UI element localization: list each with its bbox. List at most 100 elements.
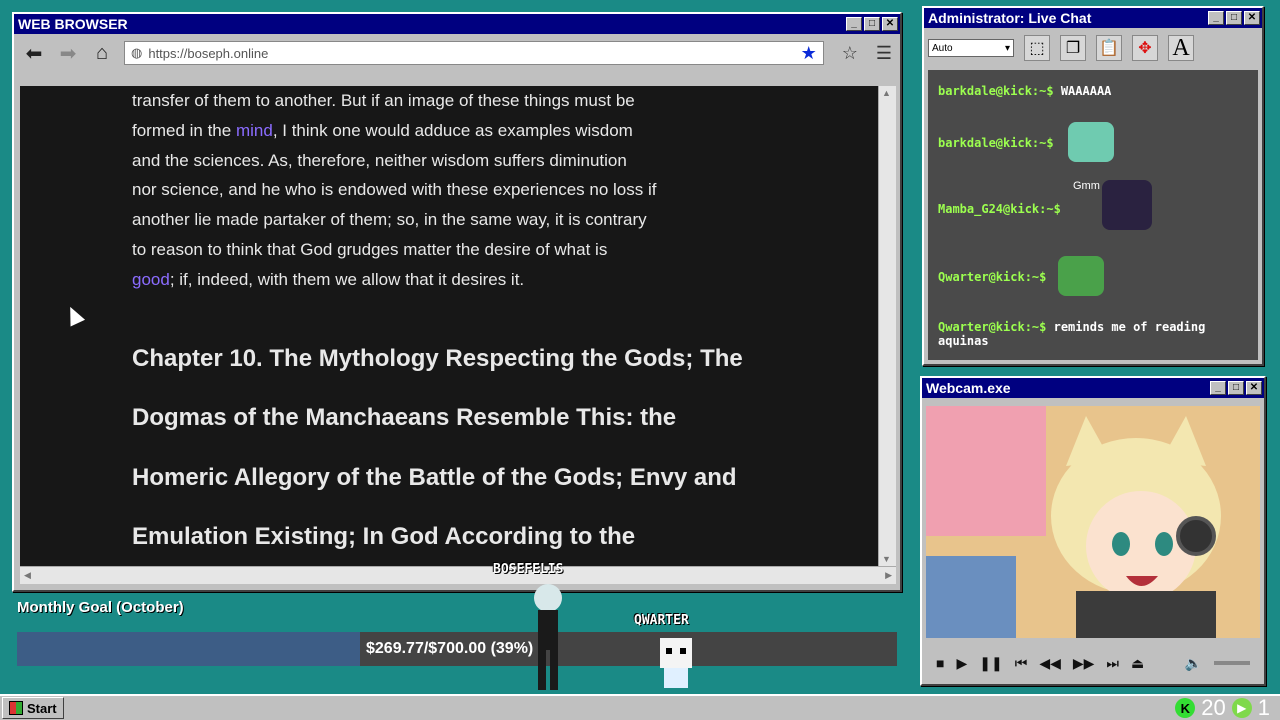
webcam-title: Webcam.exe — [926, 380, 1011, 396]
goal-label: Monthly Goal (October) — [17, 599, 184, 616]
text-line: , I think one would adduce as examples w… — [272, 120, 633, 140]
bookmarked-star-icon[interactable]: ★ — [801, 43, 817, 64]
maximize-button[interactable]: □ — [864, 17, 880, 31]
browser-title: WEB BROWSER — [18, 16, 128, 32]
globe-icon: ◍ — [131, 45, 143, 60]
chat-titlebar[interactable]: Administrator: Live Chat _ □ ✕ — [924, 8, 1262, 28]
home-icon[interactable]: ⌂ — [90, 42, 114, 65]
stop-icon[interactable]: ■ — [936, 655, 944, 671]
chat-message: Qwarter@kick:~$ reminds me of reading aq… — [938, 320, 1238, 348]
back-icon[interactable]: ⬅ — [22, 41, 46, 66]
hamburger-menu-icon[interactable]: ☰ — [876, 43, 892, 64]
scroll-down-icon[interactable]: ▼ — [882, 554, 891, 564]
start-button[interactable]: Start — [2, 697, 64, 719]
chat-username: Mamba_G24@kick:~$ — [938, 202, 1061, 216]
fast-forward-icon[interactable]: ▶▶ — [1073, 655, 1095, 672]
live-chat-window: Administrator: Live Chat _ □ ✕ Auto ▾ ⬚ ❐… — [922, 6, 1264, 366]
chat-messages[interactable]: barkdale@kick:~$ WAAAAAA barkdale@kick:~… — [928, 70, 1258, 360]
bulbasaur-emote-icon — [1068, 122, 1114, 162]
font-size-select[interactable]: Auto ▾ — [928, 39, 1014, 57]
system-tray: K 20 ▶ 1 — [1175, 695, 1278, 720]
scroll-left-icon[interactable]: ◀ — [24, 570, 31, 581]
paste-icon[interactable]: 📋 — [1096, 35, 1122, 61]
font-icon[interactable]: A — [1168, 35, 1194, 61]
qwarter-character-sprite — [660, 638, 692, 688]
volume-icon[interactable]: 🔈 — [1185, 655, 1202, 672]
copy-icon[interactable]: ❐ — [1060, 35, 1086, 61]
page-content: transfer of them to another. But if an i… — [132, 86, 772, 566]
chat-title: Administrator: Live Chat — [928, 10, 1092, 26]
chat-toolbar: Auto ▾ ⬚ ❐ 📋 ✥ A — [924, 28, 1262, 68]
emote-caption: Gmm — [1073, 180, 1100, 192]
address-bar[interactable]: ◍ https://boseph.online ★ — [124, 41, 824, 65]
chat-message: barkdale@kick:~$ WAAAAAA — [938, 84, 1111, 98]
start-label: Start — [27, 700, 57, 716]
webcam-titlebar[interactable]: Webcam.exe _ □ ✕ — [922, 378, 1264, 398]
chat-username: Qwarter@kick:~$ — [938, 320, 1047, 334]
minimize-button[interactable]: _ — [1210, 381, 1226, 395]
play-icon[interactable]: ▶ — [956, 655, 967, 672]
chat-text: aquinas — [938, 334, 989, 348]
kick-icon: K — [1175, 698, 1196, 718]
play-circle-icon: ▶ — [1231, 698, 1252, 718]
chevron-down-icon: ▾ — [1004, 42, 1010, 54]
chat-message: barkdale@kick:~$ — [938, 136, 1054, 150]
text-line: transfer of them to another. But if an i… — [132, 91, 635, 110]
chat-message: Qwarter@kick:~$ — [938, 270, 1046, 284]
chat-message: Mamba_G24@kick:~$ — [938, 202, 1061, 216]
chat-text: reminds me of reading — [1053, 320, 1206, 334]
skip-back-icon[interactable]: ⏮ — [1015, 655, 1028, 672]
text-line: another lie made partaker of them; so, i… — [132, 210, 647, 230]
text-line: nor science, and he who is endowed with … — [132, 180, 657, 200]
minimize-button[interactable]: _ — [846, 17, 862, 31]
chat-username: barkdale@kick:~$ — [938, 136, 1054, 150]
volume-slider[interactable] — [1214, 661, 1250, 665]
browser-navbar: ⬅ ➡ ⌂ ◍ https://boseph.online ★ ☆ ☰ — [14, 34, 900, 72]
close-button[interactable]: ✕ — [882, 17, 898, 31]
page-viewport[interactable]: transfer of them to another. But if an i… — [20, 86, 878, 566]
goal-amount: $269.77/$700.00 (39%) — [366, 640, 534, 657]
player-name-bosefelis: BOSEFELIS — [493, 562, 564, 577]
scroll-right-icon[interactable]: ▶ — [885, 570, 892, 581]
windows-logo-icon — [9, 701, 23, 715]
text-line: and the sciences. As, therefore, neither… — [132, 150, 627, 170]
select-region-icon[interactable]: ⬚ — [1024, 35, 1050, 61]
skip-forward-icon[interactable]: ⏭ — [1106, 655, 1119, 672]
browser-titlebar[interactable]: WEB BROWSER _ □ ✕ — [14, 14, 900, 34]
maximize-button[interactable]: □ — [1226, 11, 1242, 25]
heading-line: Chapter 10. The Mythology Respecting the… — [132, 344, 743, 372]
browser-window: WEB BROWSER _ □ ✕ ⬅ ➡ ⌂ ◍ https://boseph… — [12, 12, 902, 592]
horizontal-scrollbar[interactable]: ◀ ▶ — [20, 566, 896, 584]
bosefelis-character-sprite — [534, 584, 562, 690]
move-icon[interactable]: ✥ — [1132, 35, 1158, 61]
media-controls: ■ ▶ ❚❚ ⏮ ◀◀ ▶▶ ⏭ ⏏ 🔈 — [926, 646, 1260, 680]
text-line: to reason to think that God grudges matt… — [132, 239, 608, 259]
heading-line: Dogmas of the Manchaeans Resemble This: … — [132, 404, 677, 432]
chat-text: WAAAAAA — [1060, 84, 1112, 98]
maximize-button[interactable]: □ — [1228, 381, 1244, 395]
webcam-video — [926, 406, 1260, 638]
bookmark-star-icon[interactable]: ☆ — [842, 43, 858, 64]
forward-icon[interactable]: ➡ — [56, 41, 80, 66]
good-link[interactable]: good — [132, 270, 170, 289]
chat-username: barkdale@kick:~$ — [938, 84, 1054, 98]
pause-icon[interactable]: ❚❚ — [979, 655, 1002, 672]
kick-viewer-count: 20 — [1201, 695, 1226, 720]
heading-line: Emulation Existing; In God According to … — [132, 523, 636, 551]
player-name-qwarter: QWARTER — [634, 613, 689, 628]
body-paragraph: transfer of them to another. But if an i… — [132, 86, 772, 295]
scroll-up-icon[interactable]: ▲ — [882, 88, 891, 98]
play-count: 1 — [1257, 695, 1270, 720]
text-line: ; if, indeed, with them we allow that it… — [169, 269, 525, 289]
pepe-emote-icon — [1058, 256, 1104, 296]
close-button[interactable]: ✕ — [1246, 381, 1262, 395]
eject-icon[interactable]: ⏏ — [1131, 655, 1144, 672]
vertical-scrollbar[interactable]: ▲ ▼ — [878, 86, 896, 566]
minimize-button[interactable]: _ — [1208, 11, 1224, 25]
mind-link[interactable]: mind — [236, 121, 273, 140]
heading-line: Homeric Allegory of the Battle of the Go… — [132, 463, 737, 491]
url-text[interactable]: https://boseph.online — [148, 46, 794, 61]
sombrero-emote-icon — [1102, 180, 1152, 230]
rewind-icon[interactable]: ◀◀ — [1039, 655, 1061, 672]
close-button[interactable]: ✕ — [1244, 11, 1260, 25]
